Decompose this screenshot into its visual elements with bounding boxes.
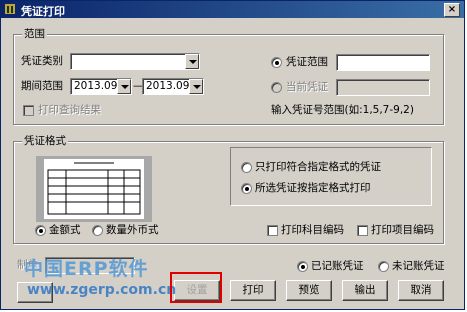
unposted-voucher-radio[interactable] xyxy=(378,261,389,272)
current-voucher-radio[interactable] xyxy=(271,82,282,93)
window-title: 凭证打印 xyxy=(21,5,65,18)
close-button[interactable]: × xyxy=(444,3,460,17)
voucher-format-preview xyxy=(36,156,152,222)
current-voucher-input[interactable] xyxy=(336,79,430,96)
print-query-result-label: 打印查询结果 xyxy=(38,104,101,116)
foreign-currency-radio[interactable] xyxy=(92,225,103,236)
period-from-value: 2013.09 xyxy=(74,80,118,92)
unposted-voucher-label: 未记账凭证 xyxy=(392,260,445,272)
export-button[interactable]: 输出 xyxy=(342,280,388,301)
all-print-format-radio[interactable] xyxy=(241,183,252,194)
print-button[interactable]: 打印 xyxy=(230,280,276,301)
radio-selected-dot xyxy=(245,187,249,191)
app-icon xyxy=(4,3,16,15)
amount-style-radio[interactable] xyxy=(35,225,46,236)
all-print-format-label: 所选凭证按指定格式打印 xyxy=(255,182,371,194)
chevron-down-icon[interactable] xyxy=(189,79,203,94)
period-range-label: 期间范围 xyxy=(21,80,63,92)
title-bar: 凭证打印 × xyxy=(1,1,464,18)
radio-selected-dot xyxy=(39,229,43,233)
posted-voucher-label: 已记账凭证 xyxy=(311,260,364,272)
format-group-label: 凭证格式 xyxy=(22,134,68,148)
voucher-range-hint: 输入凭证号范围(如:1,5,7-9,2) xyxy=(271,104,414,116)
watermark-url: www.zgerp.com.cn xyxy=(27,282,177,298)
preview-button[interactable]: 预览 xyxy=(286,280,332,301)
radio-selected-dot xyxy=(275,61,279,65)
period-from-select[interactable]: 2013.09 xyxy=(70,78,132,95)
watermark-name: 中国ERP软件 xyxy=(24,258,149,280)
voucher-range-label: 凭证范围 xyxy=(286,56,328,68)
format-options-panel xyxy=(230,147,432,206)
highlight-box xyxy=(170,272,222,303)
chevron-down-icon[interactable] xyxy=(185,54,199,69)
period-to-value: 2013.09 xyxy=(146,80,190,92)
print-project-code-checkbox[interactable] xyxy=(357,225,368,236)
only-print-matching-radio[interactable] xyxy=(241,162,252,173)
voucher-type-label: 凭证类别 xyxy=(21,55,63,67)
chevron-down-icon[interactable] xyxy=(117,79,131,94)
voucher-range-input[interactable] xyxy=(336,54,430,71)
print-query-result-checkbox[interactable] xyxy=(23,105,34,116)
print-subject-code-label: 打印科目编码 xyxy=(281,224,344,236)
cancel-button[interactable]: 取消 xyxy=(398,280,444,301)
voucher-range-radio[interactable] xyxy=(271,57,282,68)
voucher-type-select[interactable] xyxy=(70,53,200,70)
foreign-currency-label: 数量外币式 xyxy=(106,224,159,236)
range-group-label: 范围 xyxy=(22,27,47,41)
current-voucher-label: 当前凭证 xyxy=(286,81,328,93)
print-project-code-label: 打印项目编码 xyxy=(371,224,434,236)
radio-selected-dot xyxy=(301,265,305,269)
print-subject-code-checkbox[interactable] xyxy=(267,225,278,236)
period-to-select[interactable]: 2013.09 xyxy=(142,78,204,95)
amount-style-label: 金额式 xyxy=(49,224,81,236)
posted-voucher-radio[interactable] xyxy=(297,261,308,272)
only-print-matching-label: 只打印符合指定格式的凭证 xyxy=(255,161,381,173)
